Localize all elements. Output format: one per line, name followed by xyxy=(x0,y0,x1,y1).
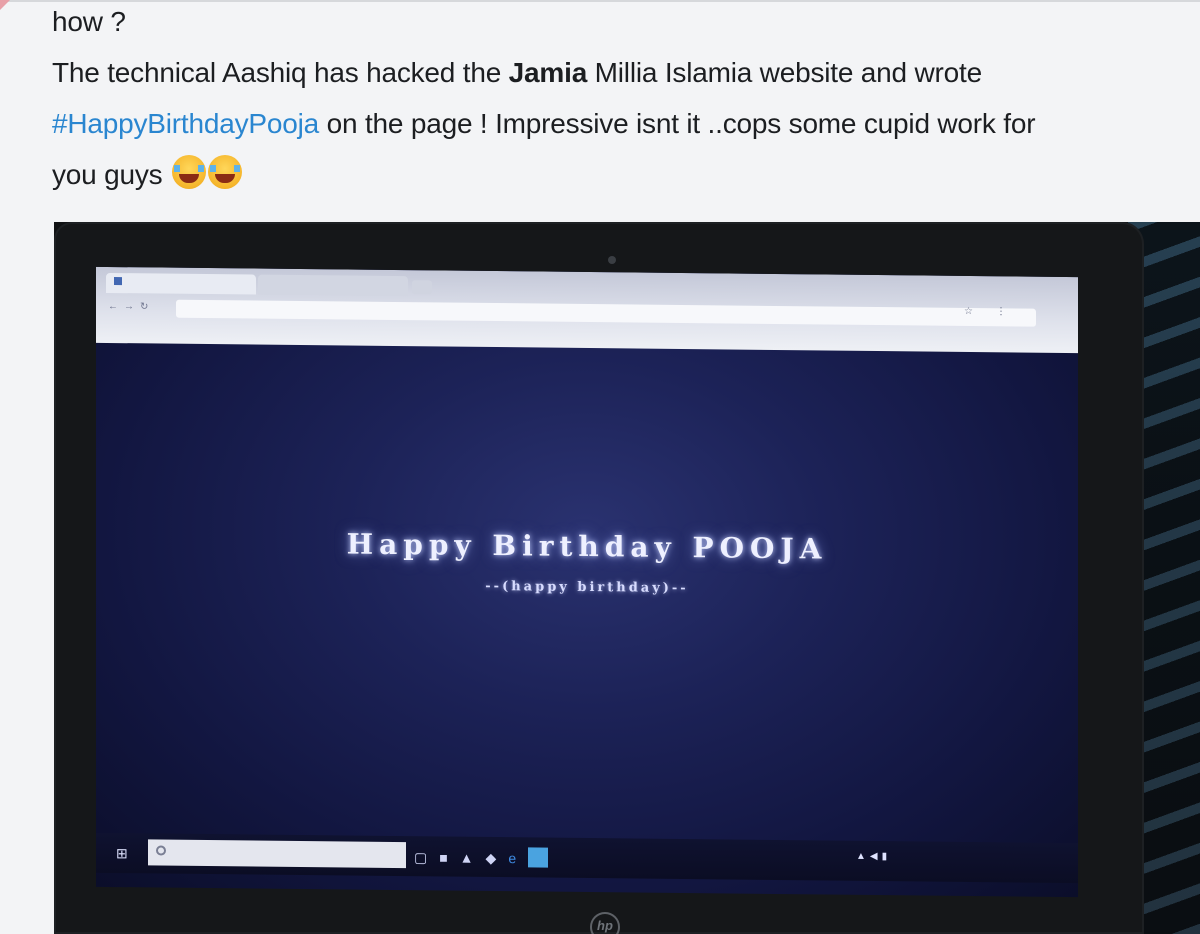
tweet-line-1: how ? xyxy=(52,6,126,37)
search-icon xyxy=(156,845,166,856)
tweet-photo[interactable]: ←→↻ ☆ ⋮ Happy Birthday POOJA --(happy bi… xyxy=(54,222,1200,934)
laptop-screen: ←→↻ ☆ ⋮ Happy Birthday POOJA --(happy bi… xyxy=(96,266,1078,898)
taskbar: ⊞ ▢■▲◆e ▲◀▮ xyxy=(96,832,1078,884)
tweet-text-segment: Millia Islamia website and wrote xyxy=(587,57,983,88)
hp-logo-icon: hp xyxy=(590,912,620,934)
birthday-title: Happy Birthday POOJA xyxy=(346,527,828,566)
face-with-tears-of-joy-icon xyxy=(172,155,207,189)
hashtag-link[interactable]: #HappyBirthdayPooja xyxy=(52,108,319,139)
browser-chrome: ←→↻ ☆ ⋮ xyxy=(96,266,1078,354)
tweet-text-segment: on the page ! Impressive isnt it ..cops … xyxy=(319,108,1036,139)
windows-icon: ⊞ xyxy=(116,845,128,862)
face-with-tears-of-joy-icon xyxy=(208,155,243,189)
browser-tab xyxy=(258,274,408,297)
taskbar-search xyxy=(148,839,406,869)
new-tab-button xyxy=(412,280,432,295)
system-tray: ▲◀▮ xyxy=(856,850,892,863)
browser-menu-icons: ⋮ xyxy=(996,306,1011,318)
tweet-text-segment: you guys xyxy=(52,159,163,190)
tweet-text-segment: The technical Aashiq has hacked the xyxy=(52,57,509,88)
corner-mark xyxy=(0,0,10,10)
tweet-line-3: #HappyBirthdayPooja on the page ! Impres… xyxy=(52,98,1182,149)
tweet-text: how ? The technical Aashiq has hacked th… xyxy=(52,0,1182,200)
address-bar xyxy=(176,299,1036,327)
browser-nav-icons: ←→↻ xyxy=(108,300,155,313)
tweet-line-2: The technical Aashiq has hacked the Jami… xyxy=(52,47,1182,98)
webcam xyxy=(608,256,616,264)
store-icon xyxy=(528,847,549,868)
browser-tab xyxy=(106,272,256,295)
star-icon: ☆ xyxy=(964,305,973,318)
edge-icon: e xyxy=(508,850,529,867)
taskbar-apps: ▢■▲◆e xyxy=(414,846,554,868)
facebook-icon xyxy=(114,277,122,286)
tweet-line-4: you guys xyxy=(52,149,1182,200)
birthday-subtitle: --(happy birthday)-- xyxy=(485,578,689,597)
tweet-bold-jamia: Jamia xyxy=(508,57,588,88)
laptop: ←→↻ ☆ ⋮ Happy Birthday POOJA --(happy bi… xyxy=(54,222,1144,934)
